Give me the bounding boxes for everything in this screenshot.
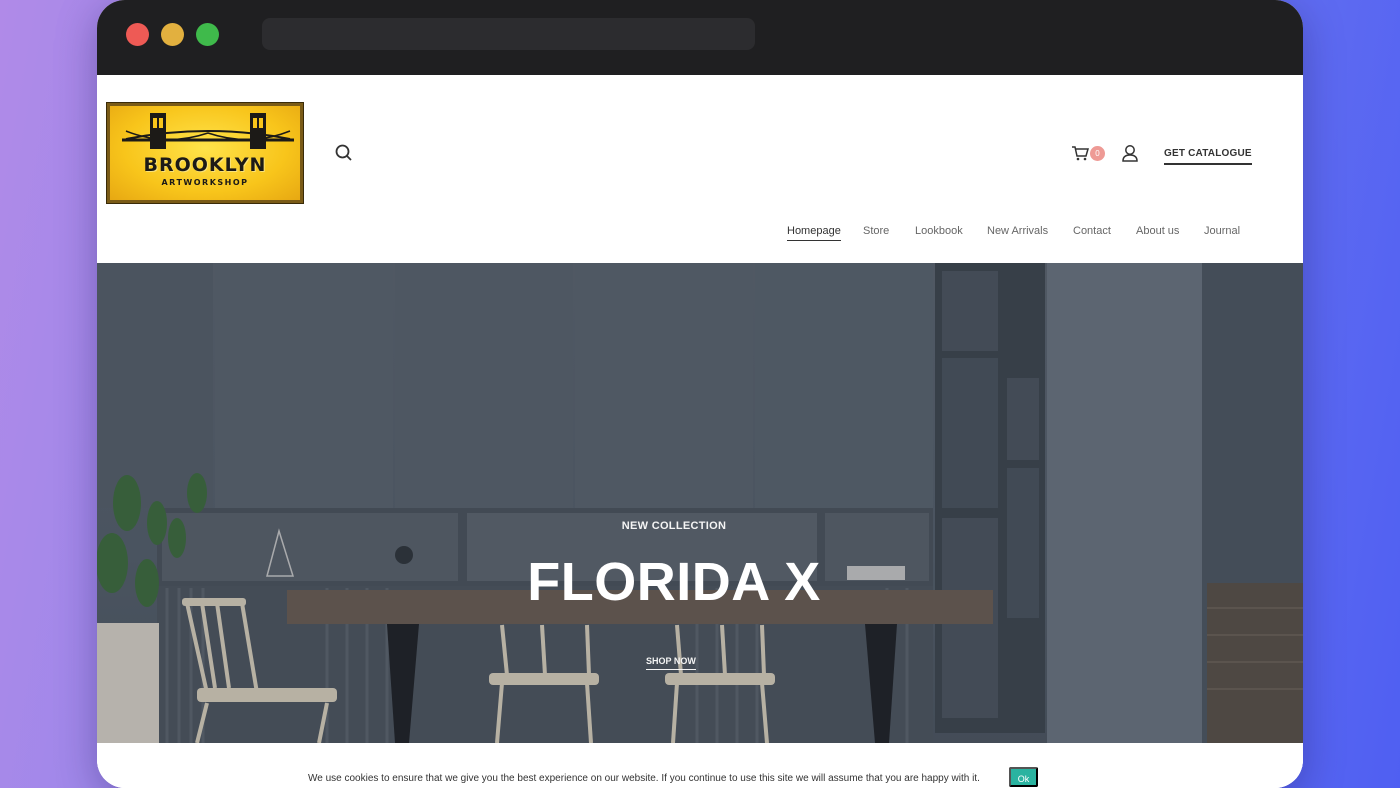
cart-icon[interactable] (1071, 145, 1089, 166)
logo-title: BROOKLYN (143, 154, 267, 176)
nav-item-lookbook[interactable]: Lookbook (915, 225, 963, 237)
hero-title: FLORIDA X (527, 552, 821, 612)
minimize-window-button[interactable] (161, 23, 184, 46)
get-catalogue-link[interactable]: GET CATALOGUE (1164, 148, 1252, 165)
hero-banner: NEW COLLECTION FLORIDA X SHOP NOW (97, 263, 1303, 743)
nav-item-new-arrivals[interactable]: New Arrivals (987, 225, 1048, 237)
browser-titlebar (97, 0, 1303, 75)
bridge-icon (122, 113, 294, 149)
search-icon[interactable] (335, 144, 353, 167)
cart-count-badge: 0 (1090, 146, 1105, 161)
hero-overline: NEW COLLECTION (621, 520, 727, 532)
nav-item-about-us[interactable]: About us (1136, 225, 1179, 237)
close-window-button[interactable] (126, 23, 149, 46)
cookie-ok-button[interactable]: Ok (1009, 767, 1038, 787)
website: BROOKLYN ARTWORKSHOP 0 GET CATALOGUE Hom… (97, 75, 1303, 788)
brooklyn-logo[interactable]: BROOKLYN ARTWORKSHOP (106, 102, 304, 204)
hero-image (97, 263, 1303, 743)
maximize-window-button[interactable] (196, 23, 219, 46)
nav-item-store[interactable]: Store (863, 225, 889, 237)
cookie-banner: We use cookies to ensure that we give yo… (97, 743, 1303, 788)
cookie-notice-text: We use cookies to ensure that we give yo… (308, 773, 980, 784)
browser-window: BROOKLYN ARTWORKSHOP 0 GET CATALOGUE Hom… (97, 0, 1303, 788)
nav-item-homepage[interactable]: Homepage (787, 225, 841, 241)
user-icon[interactable] (1122, 144, 1138, 167)
nav-item-journal[interactable]: Journal (1204, 225, 1240, 237)
address-bar[interactable] (262, 18, 755, 50)
nav-item-contact[interactable]: Contact (1073, 225, 1111, 237)
logo-subtitle: ARTWORKSHOP (161, 178, 249, 187)
shop-now-link[interactable]: SHOP NOW (646, 656, 696, 670)
